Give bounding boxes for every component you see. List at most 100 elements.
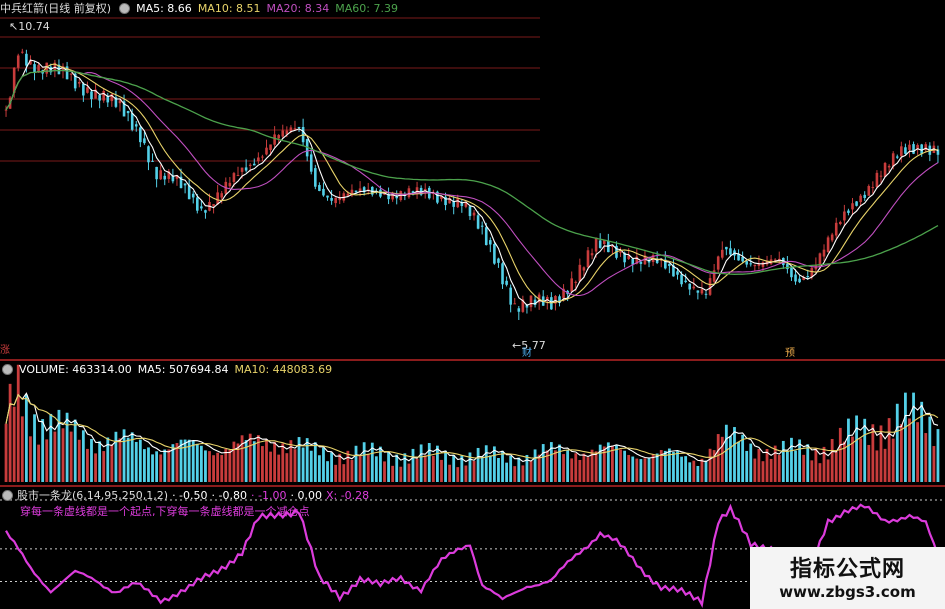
volume-bar [216, 452, 220, 482]
indicator-annotation: 穿每一条虚线都是一个起点,下穿每一条虚线都是一个减仓点 [20, 505, 310, 518]
volume-bar [639, 459, 643, 482]
settings-icon[interactable] [2, 363, 13, 375]
candle-body [130, 113, 134, 130]
volume-bar [330, 452, 333, 482]
volume-bar [464, 465, 468, 482]
volume-bar [574, 453, 578, 482]
volume-bar [354, 445, 358, 482]
price-panel[interactable] [4, 48, 940, 321]
volume-bar [399, 466, 403, 482]
volume-bar [558, 444, 561, 482]
volume-bar [623, 450, 627, 482]
candle-body [843, 211, 846, 221]
candle-body [574, 281, 578, 283]
candle-body [163, 175, 167, 180]
volume-bar [802, 454, 806, 482]
candle-body [21, 51, 24, 53]
volume-bar [102, 451, 106, 482]
candle-body [248, 164, 252, 166]
candle-body [847, 210, 850, 213]
volume-bar [407, 463, 411, 482]
candle-body [753, 264, 757, 267]
volume-bar [33, 414, 36, 482]
volume-bar [86, 448, 89, 482]
volume-bar [29, 436, 32, 482]
volume-bar [480, 456, 484, 482]
candle-body [252, 163, 256, 166]
volume-bar [456, 467, 460, 482]
event-tag-financial[interactable]: 财 [522, 347, 532, 360]
candle-body [82, 83, 85, 96]
event-tag-forecast[interactable]: 预 [785, 347, 795, 360]
candle-body [147, 146, 150, 163]
settings-icon[interactable] [119, 2, 131, 14]
volume-bar [830, 438, 834, 482]
volume-bar [366, 453, 370, 482]
volume-bar [667, 448, 671, 482]
volume-bar [838, 427, 842, 482]
candle-body [822, 249, 826, 257]
volume-bar [155, 451, 159, 482]
settings-icon[interactable] [2, 489, 13, 501]
candle-body [90, 91, 93, 100]
candle-body [102, 91, 106, 101]
volume-bar [362, 442, 366, 482]
volume-bar [826, 459, 830, 482]
candle-body [798, 278, 801, 283]
candle-body [244, 167, 248, 171]
candle-body [187, 185, 191, 200]
volume-bar [346, 450, 350, 482]
level-3-label: · -1.00 [251, 488, 287, 502]
volume-bar [781, 440, 785, 482]
candle-body [220, 193, 224, 198]
volume-bar [195, 443, 199, 482]
candle-body [204, 210, 207, 213]
volume-bar [785, 450, 789, 482]
volume-bar [309, 450, 313, 482]
volume-bar [651, 454, 655, 482]
volume-bar [777, 455, 781, 482]
volume-bar [94, 453, 97, 482]
candle-body [859, 195, 862, 203]
volume-bar [472, 460, 476, 482]
volume-bar [765, 449, 769, 482]
volume-bar [41, 419, 45, 482]
volume-bar [452, 454, 456, 482]
volume-panel[interactable] [4, 364, 940, 482]
candle-body [293, 128, 297, 130]
candle-body [668, 263, 671, 266]
volume-bar [810, 460, 814, 482]
candle-body [232, 173, 236, 182]
volume-bar [391, 465, 395, 482]
volume-bar [688, 462, 692, 482]
candle-body [484, 227, 488, 246]
volume-bar [49, 413, 53, 482]
candle-body [86, 87, 89, 93]
volume-bar [204, 450, 207, 482]
volume-bar [708, 448, 712, 482]
candle-body [25, 53, 28, 66]
volume-bar [814, 448, 818, 482]
ma20-line [5, 69, 939, 297]
volume-bar [566, 449, 570, 482]
volume-bar [798, 439, 801, 482]
volume-bar [301, 447, 305, 482]
volume-bar [69, 431, 73, 482]
volume-legend: VOLUME: 463314.00 MA5: 507694.84 MA10: 4… [0, 362, 332, 376]
candle-body [790, 266, 793, 278]
candle-body [716, 256, 720, 270]
candle-body [228, 182, 232, 187]
candle-body [912, 144, 915, 154]
volume-bar [936, 429, 940, 482]
volume-bar [37, 444, 40, 482]
volume-bar [110, 444, 114, 482]
watermark-title: 指标公式网 [789, 557, 905, 582]
candle-body [472, 212, 476, 216]
candle-body [688, 283, 692, 290]
candle-body [867, 186, 871, 196]
candle-body [269, 144, 272, 150]
volume-bar [920, 401, 924, 482]
volume-bar [143, 449, 146, 482]
volume-bar [753, 458, 757, 482]
volume-bar [134, 441, 138, 482]
